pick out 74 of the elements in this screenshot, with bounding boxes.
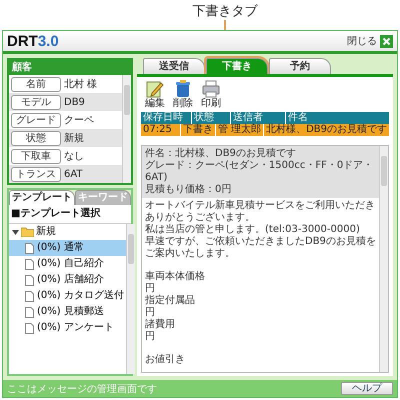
preview-header-line: グレード：クーペ(セダン・1500cc・FF・0ドア・6AT): [145, 160, 374, 184]
template-label: (0%) アンケート: [37, 322, 114, 334]
field-value: 北村 様: [64, 78, 98, 91]
preview-header-line: 件名：北村様、DB9のお見積です: [145, 148, 297, 160]
trash-can-icon: [175, 80, 191, 98]
template-label: (0%) カタログ送付: [37, 290, 124, 302]
notepad-pencil-icon: [146, 80, 164, 98]
scrollbar[interactable]: [379, 146, 388, 372]
main-tab[interactable]: 送受信: [143, 58, 205, 74]
message-line: 円: [145, 331, 156, 343]
field-value: 6AT: [64, 168, 83, 180]
template-label: (0%) 自己紹介: [37, 258, 104, 270]
template-heading: ■テンプレート選択: [10, 206, 102, 221]
close-icon[interactable]: [380, 34, 393, 48]
status-message: ここはメッセージの管理画面です: [7, 382, 157, 396]
message-line: 円: [145, 307, 156, 318]
template-item[interactable]: (0%) 通常: [9, 240, 126, 256]
table-cell-text: 北村様、DB9のお見積です: [265, 124, 388, 136]
panel-title: 顧客: [9, 60, 131, 75]
template-item[interactable]: (0%) アンケート: [9, 320, 126, 336]
template-label: (0%) 通常: [37, 242, 84, 254]
printer-icon: [202, 80, 220, 98]
template-item[interactable]: (0%) カタログ送付: [9, 288, 126, 304]
message-line: 指定付属品: [145, 295, 196, 307]
scrollbar[interactable]: [122, 75, 131, 183]
document-icon: [25, 306, 34, 318]
document-icon: [25, 274, 34, 286]
field-label: トランス: [11, 166, 61, 182]
document-icon: [25, 290, 34, 302]
message-line: 私は当店の管と申します。(tel:03-3000-0000): [145, 224, 361, 236]
document-icon: [25, 258, 34, 270]
help-button[interactable]: ヘルプ: [341, 382, 393, 395]
field-label: 名前: [11, 76, 61, 92]
document-icon: [25, 322, 34, 334]
table-row[interactable]: 07:25 下書き 管 理太郎 北村様、DB9のお見積です: [141, 124, 389, 136]
template-label: (0%) 店舗紹介: [37, 274, 104, 286]
table-cell: 下書き: [180, 124, 216, 136]
scrollbar[interactable]: [126, 224, 135, 374]
field-value: クーペ: [64, 114, 94, 127]
template-label: (0%) 見積郵送: [37, 306, 104, 318]
template-item[interactable]: (0%) 店舗紹介: [9, 272, 126, 288]
field-value: なし: [64, 150, 84, 163]
logo: DRT3.0: [7, 32, 59, 50]
main-tab[interactable]: 下書き: [206, 58, 268, 74]
table-cell: 07:25: [141, 124, 181, 136]
field-label: 下取車: [11, 148, 61, 164]
field-value: 新規: [64, 132, 84, 145]
field-label: グレード: [11, 112, 61, 128]
message-line: 諸費用: [145, 319, 176, 331]
field-label: モデル: [11, 94, 61, 110]
expanded-triangle-icon[interactable]: [12, 228, 19, 236]
tree-folder[interactable]: 新規: [9, 224, 126, 240]
template-tab[interactable]: テンプレート: [9, 190, 75, 205]
template-item[interactable]: (0%) 見積郵送: [9, 304, 126, 320]
toolbar-button[interactable]: 印刷: [201, 80, 221, 109]
message-line: お値引き: [145, 354, 186, 366]
table-cell: 管 理太郎: [216, 124, 264, 136]
callout-label: 下書きタブ: [192, 4, 258, 20]
preview-header-line: 見積もり価格：0円: [145, 184, 232, 196]
folder-label: 新規: [36, 226, 56, 238]
message-line: 早速ですが、ご依頼いただきましたDB9のお見積をご案内いたします。: [145, 236, 376, 260]
column-header[interactable]: 件名: [286, 112, 389, 124]
template-item[interactable]: (0%) 自己紹介: [9, 256, 126, 272]
field-value: DB9: [64, 96, 85, 108]
message-line: 車両本体価格: [145, 271, 206, 283]
message-line: 円: [145, 283, 156, 294]
folder-icon: [21, 227, 34, 237]
field-label: 状態: [11, 130, 61, 146]
close-label[interactable]: 閉じる: [347, 34, 377, 48]
document-icon: [25, 242, 34, 254]
main-tab[interactable]: 予約: [269, 58, 331, 74]
toolbar-button[interactable]: 編集: [145, 80, 165, 109]
message-line: オートバイテル新車見積サービスをご利用いただきありがとうございます。: [145, 200, 376, 224]
toolbar-button[interactable]: 削除: [173, 80, 193, 109]
